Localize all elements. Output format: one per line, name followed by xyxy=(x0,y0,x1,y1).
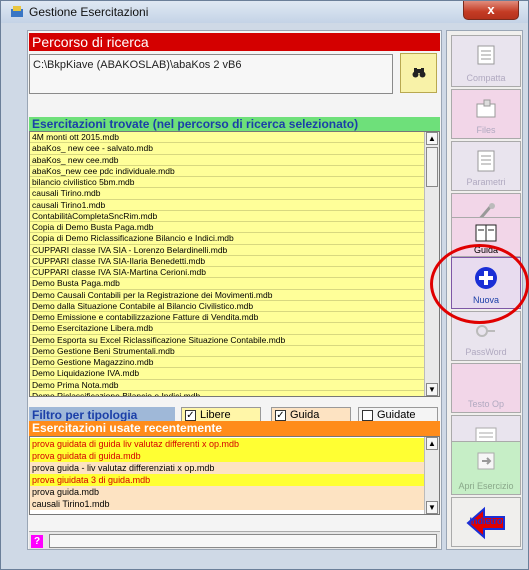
help-button[interactable]: ? xyxy=(31,535,43,548)
list-item[interactable]: CUPPARI classe IVA SIA-Ilaria Benedetti.… xyxy=(30,256,425,267)
recent-list-item[interactable]: prova guidata di guida liv valutaz diffe… xyxy=(30,438,425,450)
open-icon xyxy=(475,450,497,475)
close-button[interactable]: x xyxy=(463,1,519,20)
list-item[interactable]: Demo Gestione Beni Strumentali.mdb xyxy=(30,346,425,357)
search-path-field[interactable]: C:\BkpKiave (ABAKOSLAB)\abaKos 2 vB6 xyxy=(29,54,393,94)
scroll-up-arrow-icon[interactable]: ▲ xyxy=(426,437,438,450)
recent-exercises-list[interactable]: prova guidata di guida liv valutaz diffe… xyxy=(29,436,440,515)
text-icon xyxy=(475,372,497,397)
files-icon xyxy=(475,98,497,123)
binoculars-icon xyxy=(412,68,426,78)
list-item[interactable]: Demo Esporta su Excel Riclassificazione … xyxy=(30,335,425,346)
list-item[interactable]: Copia di Demo Busta Paga.mdb xyxy=(30,222,425,234)
checkbox-box: ✓ xyxy=(185,410,196,421)
found-exercises-header: Esercitazioni trovate (nel percorso di r… xyxy=(29,117,440,131)
status-field xyxy=(49,534,437,548)
scroll-down-arrow-icon[interactable]: ▼ xyxy=(426,501,438,514)
list-item[interactable]: Demo Esercitazione Libera.mdb xyxy=(30,323,425,335)
list-item[interactable]: abaKos_new cee pdc individuale.mdb xyxy=(30,166,425,177)
recent-list-item[interactable]: prova guida - liv valutaz differenziati … xyxy=(30,462,425,474)
parametri-button[interactable]: Parametri xyxy=(451,141,521,191)
scroll-up-arrow-icon[interactable]: ▲ xyxy=(426,132,438,145)
title-bar: Gestione Esercitazioni x xyxy=(1,1,528,23)
list-item[interactable]: CUPPARI classe IVA SIA - Lorenzo Belardi… xyxy=(30,245,425,256)
list-item[interactable]: Demo Gestione Magazzino.mdb xyxy=(30,357,425,369)
checkbox-label: Libere xyxy=(200,409,231,421)
apri-esercizio-button[interactable]: Apri Esercizio xyxy=(451,441,521,495)
recent-list-item[interactable]: prova guidata di guida.mdb xyxy=(30,450,425,462)
files-button[interactable]: Files xyxy=(451,89,521,139)
testo-op-button[interactable]: Testo Op xyxy=(451,363,521,413)
status-bar: ? xyxy=(29,531,440,549)
list-item[interactable]: bilancio civilistico 5bm.mdb xyxy=(30,177,425,189)
list-item[interactable]: Copia di Demo Riclassificazione Bilancio… xyxy=(30,233,425,245)
list-item[interactable]: Demo Prima Nota.mdb xyxy=(30,380,425,391)
found-exercises-list[interactable]: 4M monti ott 2015.mdb abaKos_ new cee - s… xyxy=(29,131,440,397)
scroll-down-arrow-icon[interactable]: ▼ xyxy=(426,383,438,396)
list-item[interactable]: abaKos_ new cee.mdb xyxy=(30,155,425,166)
button-label: PassWord xyxy=(465,347,507,357)
recent-list-item[interactable]: prova giuidata 3 di guida.mdb xyxy=(30,474,425,486)
checkbox-box: ✓ xyxy=(275,410,286,421)
window-title: Gestione Esercitazioni xyxy=(29,5,149,19)
scroll-thumb[interactable] xyxy=(426,147,438,187)
list-item[interactable]: 4M monti ott 2015.mdb xyxy=(30,132,425,144)
list-item[interactable]: Demo Liquidazione IVA.mdb xyxy=(30,368,425,380)
recent-list-item[interactable]: causali Tirino1.mdb xyxy=(30,498,425,510)
button-label: Testo Op xyxy=(467,399,505,409)
checkbox-box xyxy=(362,410,373,421)
list-item[interactable]: Demo dalla Situazione Contabile al Bilan… xyxy=(30,301,425,312)
recent-exercises-header: Esercitazioni usate recentemente xyxy=(29,421,440,436)
indietro-button[interactable]: Indietro xyxy=(451,497,521,547)
search-path-header: Percorso di ricerca xyxy=(29,33,440,51)
button-label: Indietro xyxy=(469,516,503,526)
main-panel: Percorso di ricerca C:\BkpKiave (ABAKOSL… xyxy=(27,30,442,550)
list-item[interactable]: causali Tirino1.mdb xyxy=(30,200,425,211)
compatta-button[interactable]: Compatta xyxy=(451,35,521,87)
list-item[interactable]: Demo Busta Paga.mdb xyxy=(30,278,425,290)
button-label: Parametri xyxy=(466,177,506,187)
browse-button[interactable] xyxy=(400,53,437,93)
button-label: Apri Esercizio xyxy=(458,481,514,491)
highlight-circle xyxy=(430,244,529,324)
params-icon xyxy=(475,150,497,175)
checkbox-label: Guida xyxy=(290,409,320,421)
recent-list-item[interactable]: prova guida.mdb xyxy=(30,486,425,498)
compact-icon xyxy=(475,44,497,69)
list-item[interactable]: Demo Causali Contabili per la Registrazi… xyxy=(30,290,425,301)
list-item[interactable]: ContabilitàCompletaSncRim.mdb xyxy=(30,211,425,222)
list-item[interactable]: abaKos_ new cee - salvato.mdb xyxy=(30,143,425,155)
list-item[interactable]: CUPPARI classe IVA SIA-Martina Cerioni.m… xyxy=(30,267,425,279)
button-label: Files xyxy=(476,125,496,135)
button-label: Compatta xyxy=(466,73,506,83)
checkbox-label: Guidate xyxy=(377,409,416,421)
app-icon xyxy=(11,6,23,17)
list-item[interactable]: causali Tirino.mdb xyxy=(30,188,425,200)
list-item[interactable]: Demo Emissione e contabilizzazione Fattu… xyxy=(30,312,425,324)
list-item[interactable]: Demo Riclassificazione Bilancio e Indici… xyxy=(30,391,425,396)
recent-list-scrollbar[interactable]: ▲ ▼ xyxy=(424,437,439,514)
